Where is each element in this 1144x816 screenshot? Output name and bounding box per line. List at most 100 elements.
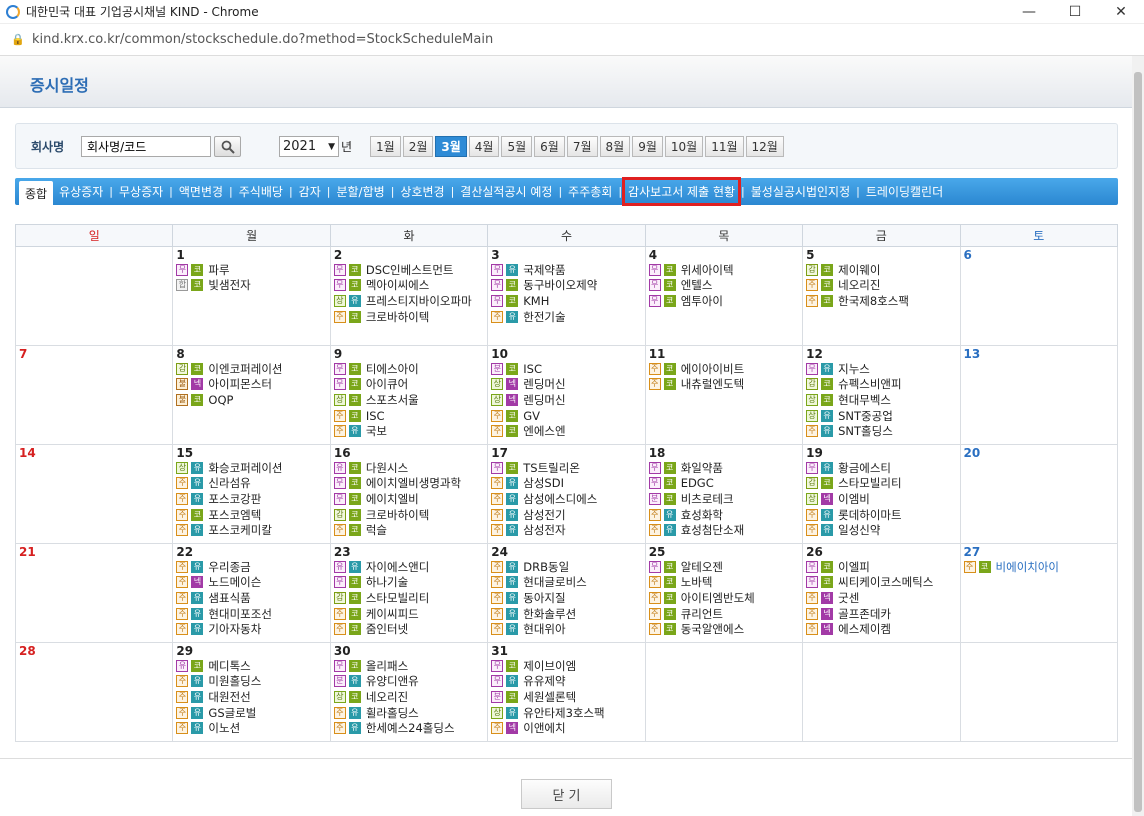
- event-company-name[interactable]: 하나기술: [366, 575, 408, 589]
- event-company-name[interactable]: 크로바하이텍: [366, 508, 429, 522]
- event-company-name[interactable]: 엔에스엔: [523, 424, 565, 438]
- event-company-name[interactable]: 유안타제3호스팩: [523, 706, 604, 720]
- event-company-name[interactable]: 알테오젠: [681, 560, 723, 574]
- calendar-event[interactable]: 주 코 크로바하이텍: [333, 309, 484, 325]
- event-company-name[interactable]: 유양디앤유: [366, 674, 419, 688]
- tab-7[interactable]: 상호변경: [394, 178, 450, 205]
- event-company-name[interactable]: 노드메이슨: [208, 575, 261, 589]
- calendar-event[interactable]: 주 넥 골프존데카: [806, 606, 956, 622]
- lock-icon[interactable]: 🔒: [10, 32, 26, 48]
- calendar-event[interactable]: 주 유 한세예스24홀딩스: [333, 720, 484, 736]
- calendar-event[interactable]: 무 코 에이치엘비: [333, 491, 484, 507]
- calendar-event[interactable]: 감 코 크로바하이텍: [333, 507, 484, 523]
- calendar-event[interactable]: 주 코 네오리진: [806, 278, 956, 294]
- calendar-event[interactable]: 주 넥 노드메이슨: [176, 575, 326, 591]
- calendar-event[interactable]: 주 유 삼성에스디에스: [491, 491, 641, 507]
- event-company-name[interactable]: 지누스: [838, 362, 870, 376]
- event-company-name[interactable]: 럭슬: [366, 523, 387, 537]
- calendar-event[interactable]: 주 유 이노션: [176, 720, 326, 736]
- calendar-event[interactable]: 무 코 이엘피: [806, 559, 956, 575]
- event-company-name[interactable]: 동구바이오제약: [523, 278, 597, 292]
- year-select[interactable]: 2021 ▼: [279, 136, 339, 157]
- calendar-event[interactable]: 무 코 KMH: [491, 293, 641, 309]
- calendar-event[interactable]: 무 코 올리패스: [333, 658, 484, 674]
- event-company-name[interactable]: 세원셀론텍: [523, 690, 576, 704]
- calendar-event[interactable]: 감 코 이엔코퍼레이션: [176, 361, 326, 377]
- calendar-event[interactable]: 무 코 동구바이오제약: [491, 278, 641, 294]
- month-button-3[interactable]: 3월: [435, 136, 467, 157]
- event-company-name[interactable]: 프레스티지바이오파마: [366, 294, 472, 308]
- calendar-event[interactable]: 무 코 하나기술: [333, 575, 484, 591]
- event-company-name[interactable]: GV: [523, 409, 540, 423]
- event-company-name[interactable]: 비츠로테크: [681, 492, 734, 506]
- calendar-event[interactable]: 주 유 DRB동일: [491, 559, 641, 575]
- calendar-event[interactable]: 무 코 엔텔스: [648, 278, 799, 294]
- search-button[interactable]: [214, 136, 241, 157]
- calendar-event[interactable]: 무 코 티에스아이: [333, 361, 484, 377]
- event-company-name[interactable]: EDGC: [681, 476, 714, 490]
- calendar-event[interactable]: 상 코 네오리진: [333, 689, 484, 705]
- event-company-name[interactable]: 비에이치아이: [996, 560, 1059, 574]
- event-company-name[interactable]: 신라섬유: [208, 476, 250, 490]
- calendar-event[interactable]: 주 유 샘표식품: [176, 590, 326, 606]
- event-company-name[interactable]: 동아지질: [523, 591, 565, 605]
- calendar-event[interactable]: 상 유 프레스티지바이오파마: [333, 293, 484, 309]
- event-company-name[interactable]: 다원시스: [366, 461, 408, 475]
- event-company-name[interactable]: 자이에스앤디: [366, 560, 429, 574]
- address-bar[interactable]: 🔒 kind.krx.co.kr/common/stockschedule.do…: [0, 24, 1144, 56]
- tab-6[interactable]: 분할/합병: [330, 178, 390, 205]
- calendar-event[interactable]: 상 유 화승코퍼레이션: [176, 460, 326, 476]
- event-company-name[interactable]: 위세아이텍: [681, 263, 734, 277]
- calendar-event[interactable]: 주 유 효성화학: [648, 507, 799, 523]
- event-company-name[interactable]: 효성첨단소재: [681, 523, 744, 537]
- calendar-event[interactable]: 주 코 비에이치아이: [963, 559, 1114, 575]
- event-company-name[interactable]: DRB동일: [523, 560, 569, 574]
- calendar-event[interactable]: 주 코 한국제8호스팩: [806, 293, 956, 309]
- tab-12[interactable]: 트레이딩캘린더: [860, 178, 949, 205]
- calendar-event[interactable]: 무 코 엠투아이: [648, 293, 799, 309]
- month-button-7[interactable]: 7월: [566, 136, 598, 157]
- calendar-event[interactable]: 주 유 우리종금: [176, 559, 326, 575]
- event-company-name[interactable]: 한화솔루션: [523, 607, 576, 621]
- event-company-name[interactable]: 현대무벡스: [838, 393, 891, 407]
- event-company-name[interactable]: 렌딩머신: [523, 393, 565, 407]
- event-company-name[interactable]: 우리종금: [208, 560, 250, 574]
- calendar-event[interactable]: 주 넥 에스제이켐: [806, 621, 956, 637]
- calendar-event[interactable]: 합 코 빛샘전자: [176, 278, 326, 294]
- event-company-name[interactable]: OQP: [208, 393, 233, 407]
- calendar-event[interactable]: 주 유 한전기술: [491, 309, 641, 325]
- calendar-event[interactable]: 유 코 다원시스: [333, 460, 484, 476]
- calendar-event[interactable]: 분 코 세원셀론텍: [491, 689, 641, 705]
- event-company-name[interactable]: 삼성전기: [523, 508, 565, 522]
- event-company-name[interactable]: 에이치엘비생명과학: [366, 476, 461, 490]
- calendar-event[interactable]: 주 유 효성첨단소재: [648, 522, 799, 538]
- event-company-name[interactable]: 이엠비: [838, 492, 870, 506]
- tab-0[interactable]: 종합: [19, 181, 54, 205]
- calendar-event[interactable]: 주 코 GV: [491, 408, 641, 424]
- scrollbar-thumb[interactable]: [1134, 72, 1142, 812]
- close-icon[interactable]: ✕: [1098, 0, 1144, 24]
- event-company-name[interactable]: 국보: [366, 424, 387, 438]
- calendar-event[interactable]: 주 코 포스코엠텍: [176, 507, 326, 523]
- event-company-name[interactable]: 휠라홀딩스: [366, 706, 419, 720]
- event-company-name[interactable]: 렌딩머신: [523, 377, 565, 391]
- calendar-event[interactable]: 감 코 슈펙스비앤피: [806, 377, 956, 393]
- calendar-event[interactable]: 주 유 SNT홀딩스: [806, 423, 956, 439]
- calendar-event[interactable]: 무 코 파루: [176, 262, 326, 278]
- event-company-name[interactable]: 슈펙스비앤피: [838, 377, 901, 391]
- event-company-name[interactable]: 메디톡스: [208, 659, 250, 673]
- event-company-name[interactable]: DSC인베스트먼트: [366, 263, 454, 277]
- event-company-name[interactable]: 삼성전자: [523, 523, 565, 537]
- calendar-event[interactable]: 상 코 스포츠서울: [333, 392, 484, 408]
- company-search-input[interactable]: [81, 136, 211, 157]
- event-company-name[interactable]: 삼성에스디에스: [523, 492, 597, 506]
- tab-3[interactable]: 액면변경: [173, 178, 229, 205]
- calendar-event[interactable]: 주 유 미원홀딩스: [176, 674, 326, 690]
- calendar-event[interactable]: 주 코 줌인터넷: [333, 621, 484, 637]
- calendar-event[interactable]: 주 코 노바텍: [648, 575, 799, 591]
- calendar-event[interactable]: 주 유 포스코강판: [176, 491, 326, 507]
- calendar-event[interactable]: 무 유 지누스: [806, 361, 956, 377]
- calendar-event[interactable]: 유 코 메디톡스: [176, 658, 326, 674]
- calendar-event[interactable]: 무 코 멕아이씨에스: [333, 278, 484, 294]
- event-company-name[interactable]: 네오리진: [366, 690, 408, 704]
